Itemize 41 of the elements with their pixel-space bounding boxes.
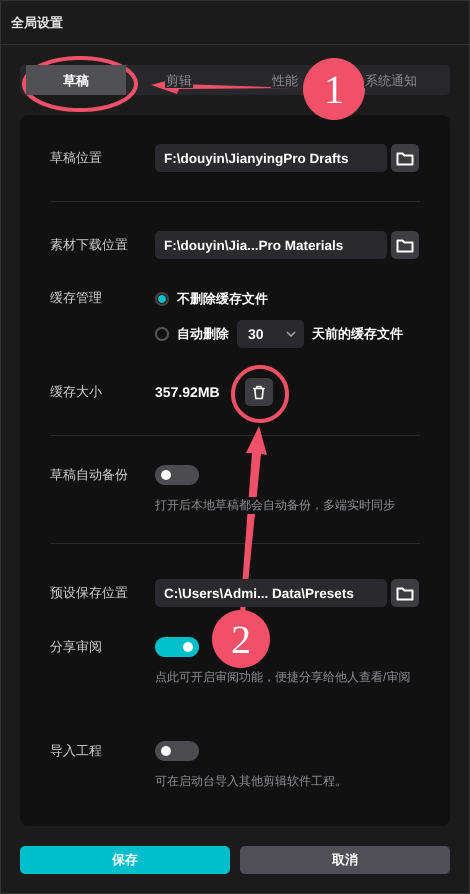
folder-icon — [396, 586, 414, 600]
cancel-button[interactable]: 取消 — [240, 846, 450, 874]
radio-label: 自动删除 — [177, 325, 229, 343]
browse-button[interactable] — [391, 579, 419, 607]
folder-icon — [396, 238, 414, 252]
cache-size: 357.92MB — [155, 384, 221, 400]
radio-button[interactable] — [155, 327, 169, 341]
highlight-ring — [231, 365, 289, 423]
browse-button[interactable] — [391, 144, 419, 172]
browse-button[interactable] — [391, 231, 419, 259]
setting-label: 分享审阅 — [50, 638, 103, 656]
folder-icon — [396, 150, 414, 166]
setting-label: 素材下载位置 — [50, 236, 129, 254]
radio-suffix: 天前的缓存文件 — [312, 325, 403, 343]
setting-description: 点此可开启审阅功能，便捷分享给他人查看/审阅 — [155, 669, 410, 686]
setting-label: 缓存管理 — [50, 289, 103, 307]
setting-label: 草稿自动备份 — [50, 466, 129, 484]
setting-label: 预设保存位置 — [50, 584, 129, 602]
step-number: 1 — [303, 58, 365, 120]
radio-label: 不删除缓存文件 — [177, 290, 268, 308]
toggle-switch[interactable] — [155, 741, 199, 761]
path-field[interactable]: F:\douyin\JianyingPro Drafts — [155, 144, 387, 172]
tab[interactable]: 性能 — [271, 72, 299, 88]
radio-button[interactable] — [155, 292, 169, 306]
trash-icon — [252, 384, 266, 400]
path-field[interactable]: C:\Users\Admi... Data\Presets — [155, 579, 387, 607]
tab[interactable]: 剪辑 — [165, 72, 193, 88]
step-number: 2 — [212, 610, 270, 668]
tab[interactable]: 草稿 — [26, 65, 126, 95]
setting-label: 导入工程 — [50, 742, 103, 760]
clear-cache-button[interactable] — [245, 378, 273, 406]
toggle-switch[interactable] — [155, 637, 199, 657]
chevron-icon — [286, 331, 296, 337]
setting-label: 缓存大小 — [50, 383, 103, 401]
days-dropdown[interactable]: 30 — [237, 320, 304, 348]
toggle-switch[interactable] — [155, 465, 199, 485]
path-field[interactable]: F:\douyin\Jia...Pro Materials — [155, 231, 387, 259]
tab[interactable]: 系统通知 — [364, 72, 418, 88]
setting-description: 打开后本地草稿都会自动备份，多端实时同步 — [155, 497, 395, 514]
setting-label: 草稿位置 — [50, 149, 103, 167]
window-title: 全局设置 — [11, 14, 63, 32]
